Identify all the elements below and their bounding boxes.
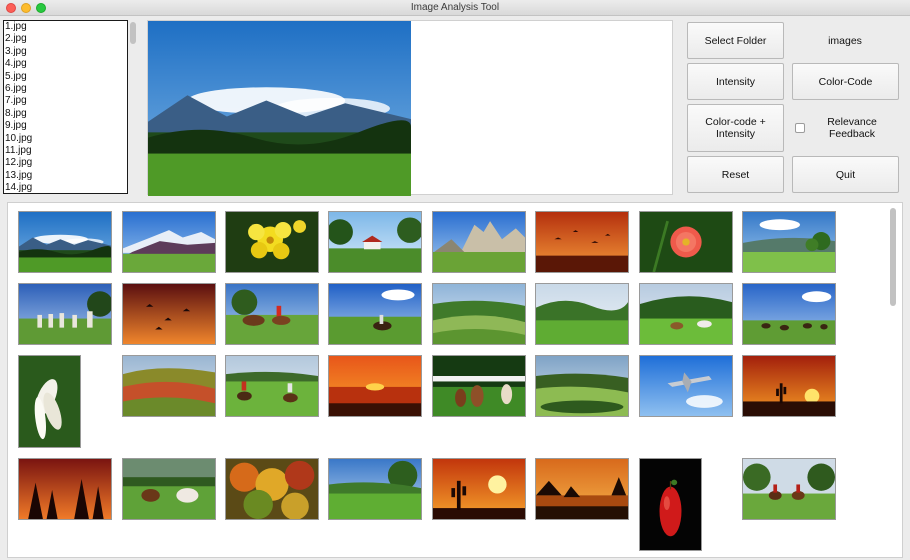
thumbnail-autumn-hills[interactable] [122,355,216,417]
folder-name-label: images [828,34,862,47]
thumbnail-cowboys[interactable] [225,355,319,417]
relevance-feedback-checkbox[interactable] [795,123,805,133]
file-list-scroll-thumb[interactable] [130,22,136,44]
file-list-item[interactable]: 2.jpg [4,33,127,45]
thumbnail-horse-rider[interactable] [225,283,319,345]
reset-button[interactable]: Reset [687,156,784,193]
grid-scroll-thumb[interactable] [890,208,896,306]
thumbnail-yellow-flower[interactable] [225,211,319,273]
thumbnail-red-flower[interactable] [639,211,733,273]
thumbnail-horse-riders-trees[interactable] [742,458,836,520]
thumbnail-rock-sunset[interactable] [535,458,629,520]
window-title: Image Analysis Tool [410,2,500,13]
file-list-item[interactable]: 1.jpg [4,21,127,33]
thumbnail-green-hills[interactable] [535,283,629,345]
file-list-item[interactable]: 4.jpg [4,58,127,70]
thumbnail-red-apple[interactable] [639,458,702,551]
thumbnail-meadow-trees[interactable] [742,211,836,273]
file-list-item[interactable]: 6.jpg [4,83,127,95]
color-code-button[interactable]: Color-Code [792,63,899,100]
file-list-item[interactable]: 9.jpg [4,120,127,132]
preview-image [148,21,411,196]
thumbnail-red-sky-birds[interactable] [122,283,216,345]
intensity-button[interactable]: Intensity [687,63,784,100]
title-bar: Image Analysis Tool [0,0,910,16]
thumbnail-desert-sunset[interactable] [742,355,836,417]
thumbnail-mountain-landscape[interactable] [18,211,112,273]
thumbnail-snowy-mountain-meadow[interactable] [122,211,216,273]
file-list-item[interactable]: 7.jpg [4,95,127,107]
thumbnail-grid [7,202,903,558]
file-list-item[interactable]: 12.jpg [4,157,127,169]
file-list-scrollbar[interactable] [129,20,138,194]
thumbnail-autumn-forest[interactable] [225,458,319,520]
thumbnail-red-sunset-trees[interactable] [18,458,112,520]
file-list-item[interactable]: 10.jpg [4,133,127,145]
thumbnail-grassy-hill[interactable] [328,458,422,520]
thumbnail-farmhouse-trees[interactable] [328,211,422,273]
color-code-intensity-button[interactable]: Color-code + Intensity [687,104,784,152]
select-folder-button[interactable]: Select Folder [687,22,784,59]
file-list-item[interactable]: 3.jpg [4,46,127,58]
thumbnail-rolling-fields[interactable] [432,283,526,345]
quit-button[interactable]: Quit [792,156,899,193]
file-list-item[interactable]: 8.jpg [4,108,127,120]
thumbnail-sunset-lake[interactable] [328,355,422,417]
thumbnail-horse-rider-field[interactable] [328,283,422,345]
thumbnail-horses-field[interactable] [742,283,836,345]
image-preview-panel [147,20,673,196]
relevance-feedback-label: Relevance Feedback [827,116,877,140]
thumbnail-stone-statues[interactable] [18,283,112,345]
file-list-item[interactable]: 13.jpg [4,170,127,182]
thumbnail-rocky-peaks[interactable] [432,211,526,273]
thumbnail-orange-sky-birds[interactable] [535,211,629,273]
file-list-item[interactable]: 11.jpg [4,145,127,157]
thumbnail-horses-fence[interactable] [432,355,526,417]
thumbnail-white-lily[interactable] [18,355,81,448]
file-list-item[interactable]: 5.jpg [4,71,127,83]
file-list[interactable]: 1.jpg 2.jpg 3.jpg 4.jpg 5.jpg 6.jpg 7.jpg 8.jpg… [3,20,128,194]
grid-scrollbar[interactable] [888,206,898,556]
thumbnail-horses-forest[interactable] [122,458,216,520]
thumbnail-horses-meadow[interactable] [639,283,733,345]
thumbnail-airplane[interactable] [639,355,733,417]
thumbnail-cactus-sunset[interactable] [432,458,526,520]
file-list-item[interactable]: 14.jpg [4,182,127,193]
thumbnail-terraced-field[interactable] [535,355,629,417]
